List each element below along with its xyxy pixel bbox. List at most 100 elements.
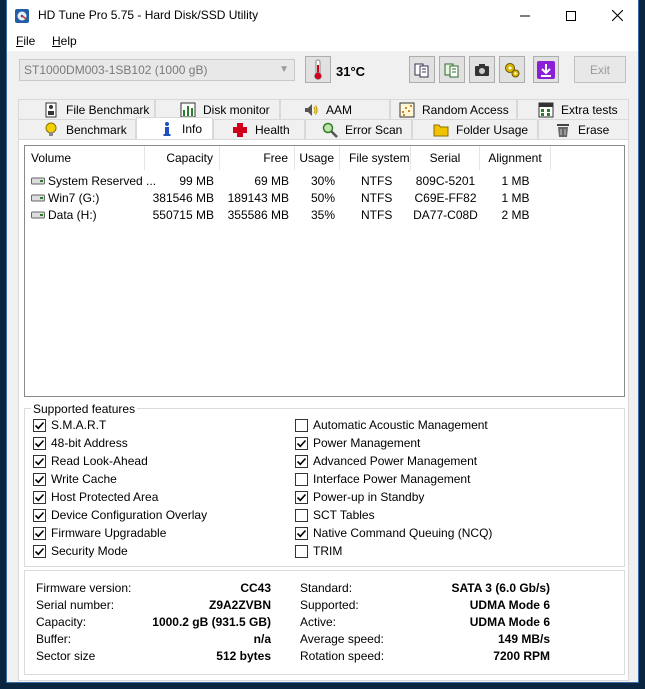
menu-help[interactable]: Help <box>52 34 77 48</box>
tab-info[interactable]: Info <box>136 117 213 139</box>
column-header-usage[interactable]: Usage <box>295 146 340 170</box>
tab-disk-monitor[interactable]: Disk monitor <box>155 99 280 119</box>
tab-health[interactable]: Health <box>213 119 305 139</box>
menu-file[interactable]: File <box>16 34 35 48</box>
checkbox-checked-icon <box>295 490 308 504</box>
drive-icon <box>31 211 45 219</box>
tab-aam[interactable]: AAM <box>280 99 390 119</box>
checkbox-checked-icon <box>295 454 308 468</box>
volume-usage: 35% <box>310 208 335 222</box>
info-label: Active: <box>300 615 337 629</box>
volume-alignment: 1 MB <box>501 174 530 188</box>
feature-checkbox[interactable]: Power-up in Standby <box>295 489 424 505</box>
info-value: SATA 3 (6.0 Gb/s) <box>451 581 550 595</box>
feature-checkbox[interactable]: TRIM <box>295 543 342 559</box>
info-value: n/a <box>253 632 271 646</box>
feature-label: Host Protected Area <box>51 490 159 504</box>
feature-label: Power Management <box>313 436 421 450</box>
info-label: Rotation speed: <box>300 649 385 663</box>
table-row[interactable]: Data (H:) 550715 MB 355586 MB 35% NTFS D… <box>25 207 624 224</box>
thermometer-icon <box>314 59 322 80</box>
copy-all-icon <box>444 63 459 77</box>
folder-icon <box>433 124 449 136</box>
volume-capacity: 550715 MB <box>152 208 214 222</box>
info-value: UDMA Mode 6 <box>469 598 550 612</box>
minimize-button[interactable] <box>502 0 548 31</box>
volume-name: Data (H:) <box>48 208 97 222</box>
info-label: Serial number: <box>36 598 115 612</box>
lightbulb-icon <box>45 122 57 136</box>
speaker-icon <box>305 103 318 116</box>
tab-label: Health <box>255 122 290 137</box>
column-header-capacity[interactable]: Capacity <box>145 146 220 170</box>
checkbox-checked-icon <box>33 490 46 504</box>
magnifier-icon <box>322 122 338 138</box>
column-header-file-system[interactable]: File system <box>340 146 411 170</box>
feature-label: 48-bit Address <box>51 436 128 450</box>
volume-list[interactable]: Volume Capacity Free Usage File system S… <box>24 145 625 397</box>
copy-text-button[interactable] <box>409 56 435 83</box>
maximize-button[interactable] <box>548 0 594 31</box>
menu-bar: File Help <box>7 31 638 51</box>
feature-checkbox[interactable]: Firmware Upgradable <box>33 525 166 541</box>
volume-serial: 809C-5201 <box>415 174 476 188</box>
table-row[interactable]: System Reserved ... 99 MB 69 MB 30% NTFS… <box>25 173 624 190</box>
feature-checkbox[interactable]: Read Look-Ahead <box>33 453 148 469</box>
drive-info-group: Firmware version: CC43 Serial number: Z9A2Z… <box>24 570 625 675</box>
feature-checkbox[interactable]: Native Command Queuing (NCQ) <box>295 525 492 541</box>
feature-checkbox[interactable]: Power Management <box>295 435 420 451</box>
volume-serial: C69E-FF82 <box>414 191 477 205</box>
feature-checkbox[interactable]: SCT Tables <box>295 507 375 523</box>
close-icon <box>611 10 623 21</box>
screenshot-button[interactable] <box>469 56 495 83</box>
info-value: UDMA Mode 6 <box>469 615 550 629</box>
column-header-serial[interactable]: Serial <box>411 146 480 170</box>
trash-icon <box>557 123 569 137</box>
feature-label: Automatic Acoustic Management <box>313 418 488 432</box>
title-bar[interactable]: HD Tune Pro 5.75 - Hard Disk/SSD Utility <box>7 0 638 31</box>
exit-button[interactable]: Exit <box>574 56 626 83</box>
feature-label: Advanced Power Management <box>313 454 478 468</box>
temperature-button[interactable] <box>305 56 331 83</box>
checkbox-checked-icon <box>33 418 46 432</box>
feature-checkbox[interactable]: Host Protected Area <box>33 489 158 505</box>
tab-erase[interactable]: Erase <box>538 119 629 139</box>
copy-all-button[interactable] <box>439 56 465 83</box>
drive-icon <box>31 177 45 185</box>
tab-folder-usage[interactable]: Folder Usage <box>412 119 538 139</box>
tab-random-access[interactable]: Random Access <box>390 99 517 119</box>
feature-checkbox[interactable]: Security Mode <box>33 543 128 559</box>
feature-checkbox[interactable]: 48-bit Address <box>33 435 128 451</box>
tab-extra-tests[interactable]: Extra tests <box>517 99 629 119</box>
volume-capacity: 381546 MB <box>152 191 214 205</box>
drive-icon <box>31 194 45 202</box>
tab-label: Error Scan <box>345 122 403 137</box>
table-row[interactable]: Win7 (G:) 381546 MB 189143 MB 50% NTFS C… <box>25 190 624 207</box>
calculator-icon <box>538 102 554 117</box>
tab-file-benchmark[interactable]: File Benchmark <box>18 99 155 119</box>
window-title: HD Tune Pro 5.75 - Hard Disk/SSD Utility <box>38 8 259 22</box>
close-button[interactable] <box>594 0 640 31</box>
options-button[interactable] <box>499 56 525 83</box>
feature-checkbox[interactable]: S.M.A.R.T <box>33 417 106 433</box>
info-icon <box>163 121 171 136</box>
drive-select[interactable]: ST1000DM003-1SB102 (1000 gB) ▼ <box>19 59 295 81</box>
save-button[interactable] <box>533 56 559 83</box>
column-header-alignment[interactable]: Alignment <box>480 146 551 170</box>
feature-checkbox[interactable]: Write Cache <box>33 471 117 487</box>
volume-file-system: NTFS <box>361 174 393 188</box>
feature-checkbox[interactable]: Advanced Power Management <box>295 453 477 469</box>
feature-checkbox[interactable]: Automatic Acoustic Management <box>295 417 488 433</box>
tab-benchmark[interactable]: Benchmark <box>18 119 136 139</box>
column-header-volume[interactable]: Volume <box>25 146 145 170</box>
volume-capacity: 99 MB <box>179 174 214 188</box>
feature-label: Write Cache <box>51 472 117 486</box>
feature-checkbox[interactable]: Device Configuration Overlay <box>33 507 207 523</box>
supported-features-group: Supported features S.M.A.R.T 48-bit Addre… <box>24 402 625 567</box>
tab-error-scan[interactable]: Error Scan <box>305 119 412 139</box>
column-header-free[interactable]: Free <box>220 146 295 170</box>
tab-label: AAM <box>326 102 353 117</box>
gears-icon <box>505 62 520 77</box>
feature-checkbox[interactable]: Interface Power Management <box>295 471 470 487</box>
checkbox-unchecked-icon <box>295 472 308 486</box>
